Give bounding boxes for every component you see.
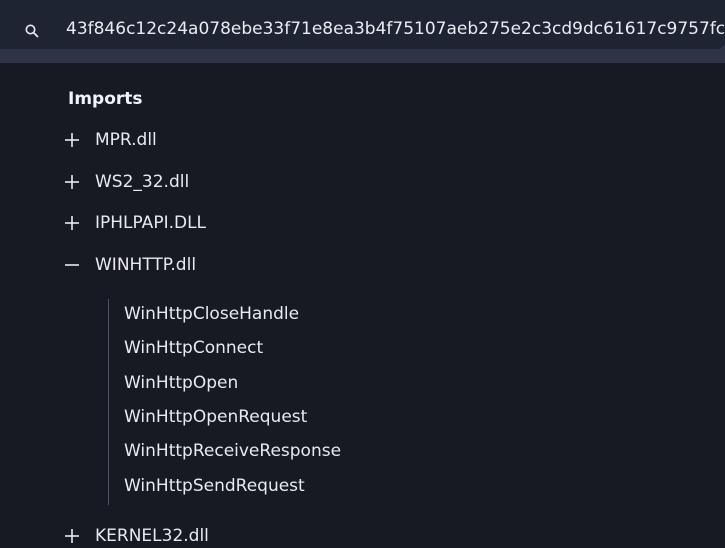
list-item-function[interactable]: WinHttpCloseHandle — [124, 304, 299, 324]
search-icon[interactable] — [24, 23, 40, 39]
dll-label: KERNEL32.dll — [95, 526, 209, 546]
search-bar[interactable]: 43f846c12c24a078ebe33f71e8ea3b4f75107aeb… — [0, 0, 725, 49]
collapse-minus-icon[interactable] — [62, 255, 82, 275]
expand-plus-icon[interactable] — [62, 172, 82, 192]
imports-panel: Imports MPR.dll WS2_32.dll IPHLPAPI.DLL … — [0, 63, 725, 546]
list-item-function[interactable]: WinHttpReceiveResponse — [124, 441, 341, 461]
dll-row-iphlpapi[interactable]: IPHLPAPI.DLL — [62, 211, 206, 235]
dll-label: IPHLPAPI.DLL — [95, 213, 207, 233]
list-item-function[interactable]: WinHttpConnect — [124, 338, 263, 358]
winhttp-function-list: WinHttpCloseHandle WinHttpConnect WinHtt… — [108, 299, 509, 505]
expand-plus-icon[interactable] — [62, 130, 82, 150]
dll-row-mpr[interactable]: MPR.dll — [62, 128, 157, 152]
dll-label: WS2_32.dll — [95, 172, 190, 192]
dll-row-kernel32[interactable]: KERNEL32.dll — [62, 524, 209, 548]
list-item-function[interactable]: WinHttpSendRequest — [124, 476, 305, 496]
dll-label: WINHTTP.dll — [95, 255, 197, 275]
section-title-imports: Imports — [68, 89, 143, 109]
expand-plus-icon[interactable] — [62, 526, 82, 546]
dll-row-winhttp[interactable]: WINHTTP.dll — [62, 253, 196, 277]
dll-row-ws2-32[interactable]: WS2_32.dll — [62, 170, 189, 194]
list-item-function[interactable]: WinHttpOpenRequest — [124, 407, 307, 427]
list-item-function[interactable]: WinHttpOpen — [124, 373, 238, 393]
expand-plus-icon[interactable] — [62, 213, 82, 233]
search-input[interactable]: 43f846c12c24a078ebe33f71e8ea3b4f75107aeb… — [66, 14, 725, 44]
dll-label: MPR.dll — [95, 130, 157, 150]
top-bar: 43f846c12c24a078ebe33f71e8ea3b4f75107aeb… — [0, 0, 725, 63]
